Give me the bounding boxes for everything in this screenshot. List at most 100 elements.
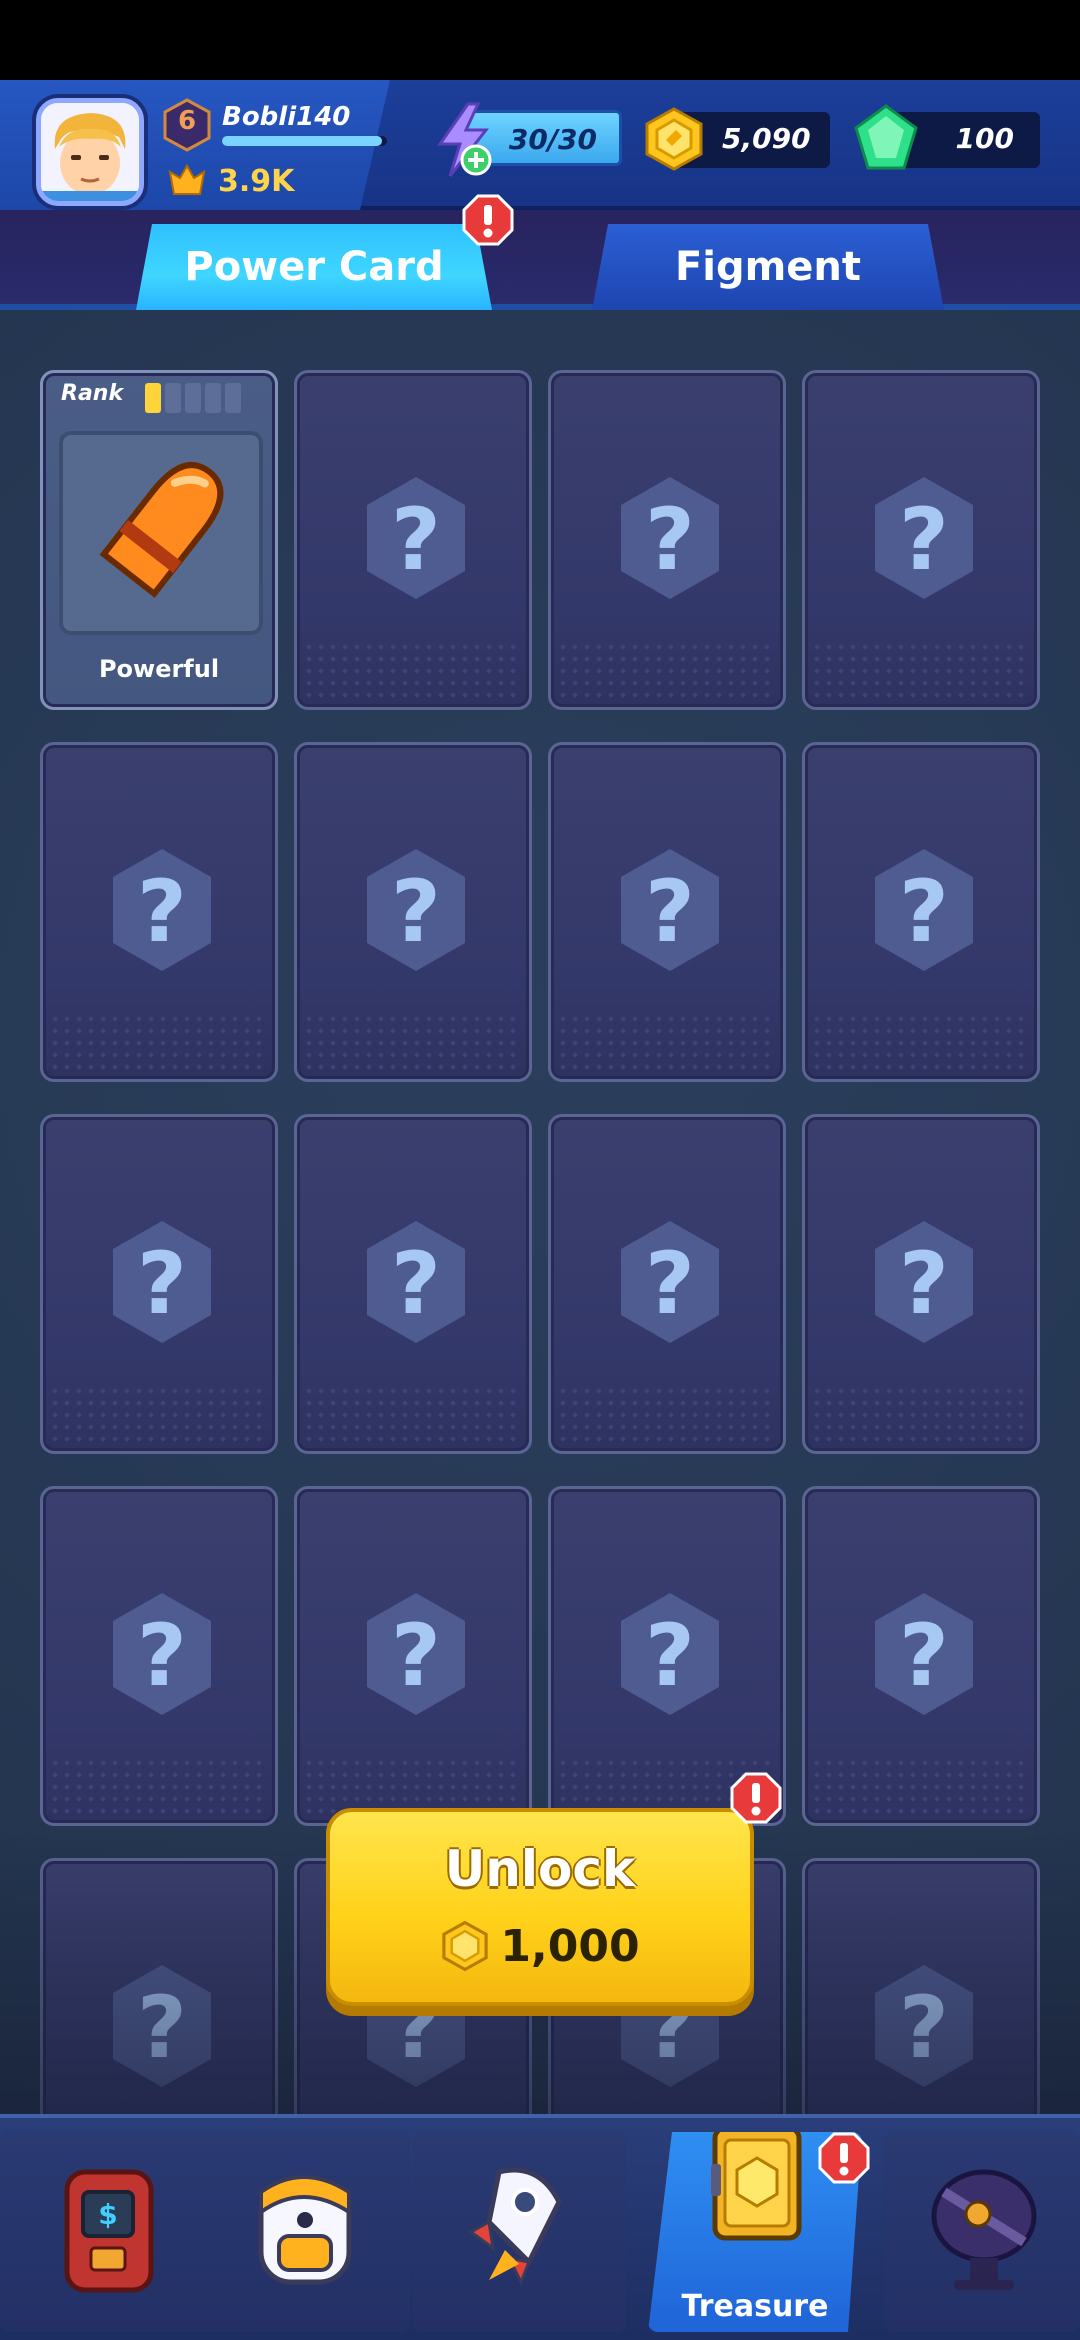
xp-bar-fill	[222, 136, 383, 146]
locked-card-slot[interactable]: ?	[40, 742, 278, 1082]
question-mark-icon: ?	[621, 1593, 719, 1715]
card-pattern	[811, 641, 1031, 701]
locked-symbol: ?	[391, 1606, 441, 1706]
bullet-icon	[99, 461, 224, 598]
status-bar	[0, 0, 1080, 80]
coin-value: 5,090	[722, 122, 811, 155]
card-pattern	[811, 1013, 1031, 1073]
card-name: Powerful	[98, 655, 220, 683]
locked-symbol: ?	[391, 490, 441, 590]
question-mark-icon: ?	[875, 1221, 973, 1343]
vending-machine-icon: $	[64, 2169, 154, 2293]
treasure-alert-icon	[818, 2132, 870, 2184]
locked-symbol: ?	[645, 490, 695, 590]
locked-card-slot[interactable]: ?	[294, 1114, 532, 1454]
question-mark-icon: ?	[875, 1593, 973, 1715]
energy-value: 30/30	[508, 123, 597, 156]
locked-symbol: ?	[899, 1234, 949, 1334]
locked-symbol: ?	[391, 862, 441, 962]
rank-pip	[145, 383, 161, 413]
svg-text:$: $	[98, 2198, 117, 2231]
nav-shop[interactable]: $	[0, 2132, 214, 2332]
locked-card-slot[interactable]: ?	[802, 742, 1040, 1082]
question-mark-icon: ?	[875, 477, 973, 599]
card-pattern	[303, 1013, 523, 1073]
locked-symbol: ?	[137, 1606, 187, 1706]
player-name: Bobli140	[222, 102, 351, 132]
question-mark-icon: ?	[621, 477, 719, 599]
locked-symbol: ?	[645, 1234, 695, 1334]
question-mark-icon: ?	[113, 1593, 211, 1715]
card-pattern	[557, 1385, 777, 1445]
question-mark-icon: ?	[367, 1221, 465, 1343]
nav-treasure-label: Treasure	[681, 2289, 829, 2324]
unlock-cost: 1,000	[330, 1920, 750, 1972]
locked-card-slot[interactable]: ?	[548, 742, 786, 1082]
unlock-alert-icon	[730, 1772, 782, 1824]
rank-pip	[185, 383, 201, 413]
locked-card-slot[interactable]: ?	[548, 370, 786, 710]
coin-icon	[442, 1920, 489, 1972]
backpack-icon	[258, 2175, 352, 2285]
tab-figment-label: Figment	[674, 244, 862, 290]
coin-icon	[642, 106, 706, 172]
locked-card-slot[interactable]: ?	[802, 370, 1040, 710]
unlock-cost-value: 1,000	[500, 1920, 640, 1972]
question-mark-icon: ?	[113, 1221, 211, 1343]
gem-value: 100	[955, 122, 1014, 155]
tab-figment[interactable]: Figment	[592, 224, 944, 310]
tab-bar: Power Card Figment	[0, 194, 1080, 310]
locked-card-slot[interactable]: ?	[40, 1114, 278, 1454]
locked-card-slot[interactable]: ?	[802, 1486, 1040, 1826]
locked-symbol: ?	[391, 1234, 441, 1334]
locked-symbol: ?	[645, 1606, 695, 1706]
energy-add-icon[interactable]	[428, 102, 498, 178]
tab-power-card-label: Power Card	[184, 244, 444, 290]
question-mark-icon: ?	[113, 849, 211, 971]
locked-card-slot[interactable]: ?	[802, 1114, 1040, 1454]
unlock-label: Unlock	[444, 1840, 636, 1898]
gem-icon	[852, 104, 920, 174]
question-mark-icon: ?	[875, 849, 973, 971]
question-mark-icon: ?	[621, 849, 719, 971]
rocket-icon	[468, 2167, 562, 2286]
locked-card-slot[interactable]: ?	[40, 1486, 278, 1826]
nav-radar[interactable]	[884, 2132, 1080, 2332]
tab-power-card[interactable]: Power Card	[136, 224, 492, 310]
radar-dish-icon	[931, 2169, 1037, 2290]
locked-symbol: ?	[899, 862, 949, 962]
nav-backpack[interactable]	[196, 2132, 410, 2332]
power-value: 3.9K	[218, 164, 295, 199]
locked-card-slot[interactable]: ?	[294, 1486, 532, 1826]
bottom-nav: $ Treasure	[0, 2114, 1080, 2340]
xp-bar	[222, 136, 387, 146]
locked-card-slot[interactable]: ?	[294, 370, 532, 710]
rank-pips	[145, 383, 241, 413]
avatar[interactable]	[36, 98, 144, 206]
locked-card-slot[interactable]: ?	[294, 742, 532, 1082]
card-pattern	[49, 1385, 269, 1445]
card-art-frame	[59, 431, 263, 635]
card-pattern	[811, 1757, 1031, 1817]
rank-label: Rank	[61, 381, 124, 406]
locked-card-slot[interactable]: ?	[548, 1114, 786, 1454]
level-number: 6	[177, 106, 197, 136]
locked-symbol: ?	[645, 862, 695, 962]
card-pattern	[557, 1013, 777, 1073]
card-pattern	[811, 1385, 1031, 1445]
question-mark-icon: ?	[367, 849, 465, 971]
unlock-button[interactable]: Unlock 1,000	[326, 1808, 754, 2006]
question-mark-icon: ?	[367, 477, 465, 599]
card-pattern	[303, 1385, 523, 1445]
level-badge: 6	[162, 98, 212, 152]
locked-symbol: ?	[137, 862, 187, 962]
card-pattern	[49, 1013, 269, 1073]
nav-rocket[interactable]	[412, 2132, 626, 2332]
power-card-powerful[interactable]: Rank Powerful	[40, 370, 278, 710]
card-pattern	[557, 641, 777, 701]
rank-pip	[165, 383, 181, 413]
avatar-face-icon	[41, 103, 139, 201]
alert-icon	[462, 194, 514, 246]
top-bar: 6 Bobli140 3.9K 30/30 5,090 100	[0, 80, 1080, 210]
rank-pip	[205, 383, 221, 413]
